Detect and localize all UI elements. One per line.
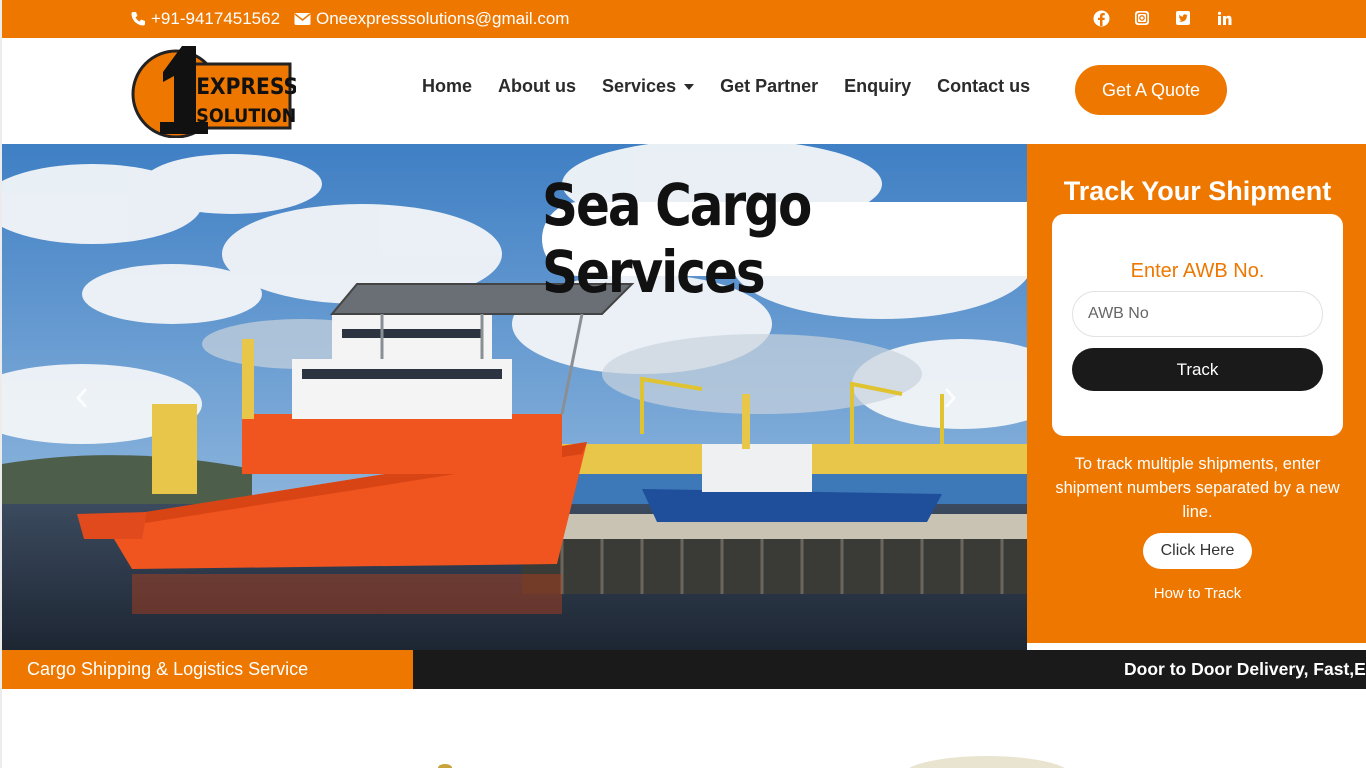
nav-services-label: Services bbox=[602, 76, 677, 96]
click-here-button[interactable]: Click Here bbox=[1143, 533, 1252, 569]
tracking-panel: Track Your Shipment Enter AWB No. Track … bbox=[1027, 144, 1366, 643]
envelope-icon bbox=[294, 13, 311, 25]
awb-input[interactable] bbox=[1072, 291, 1323, 337]
nav-home[interactable]: Home bbox=[422, 76, 472, 97]
caret-down-icon bbox=[684, 83, 695, 90]
hero-carousel: Sea Cargo Services bbox=[2, 144, 1027, 650]
chevron-left-icon bbox=[75, 388, 88, 408]
carousel-prev-button[interactable] bbox=[70, 386, 94, 410]
section-image-peek bbox=[902, 756, 1072, 768]
linkedin-icon[interactable] bbox=[1215, 9, 1233, 27]
email-address: Oneexpresssolutions@gmail.com bbox=[316, 9, 570, 28]
twitter-icon[interactable] bbox=[1174, 9, 1192, 27]
carousel-next-button[interactable] bbox=[938, 386, 962, 410]
hero-title-banner: Sea Cargo Services bbox=[542, 172, 1027, 306]
nav-contact-us[interactable]: Contact us bbox=[937, 76, 1030, 97]
brand-logo[interactable]: EXPRESS SOLUTIONS bbox=[130, 42, 309, 139]
how-to-track-link[interactable]: How to Track bbox=[1027, 585, 1366, 602]
instagram-icon[interactable] bbox=[1133, 9, 1151, 27]
awb-label: Enter AWB No. bbox=[1130, 260, 1265, 282]
main-nav: Home About us Services Get Partner Enqui… bbox=[422, 76, 1056, 97]
svg-text:SOLUTIONS: SOLUTIONS bbox=[196, 105, 296, 127]
news-ticker: Door to Door Delivery, Fast,E bbox=[413, 650, 1366, 689]
ticker-label-text: Cargo Shipping & Logistics Service bbox=[27, 659, 309, 679]
tracking-card: Enter AWB No. Track bbox=[1052, 214, 1343, 436]
phone-number: +91-9417451562 bbox=[151, 9, 281, 28]
svg-text:EXPRESS: EXPRESS bbox=[196, 73, 296, 99]
phone-icon bbox=[131, 12, 145, 26]
top-bar: +91-9417451562 Oneexpresssolutions@gmail… bbox=[2, 0, 1366, 38]
ticker-label: Cargo Shipping & Logistics Service bbox=[2, 650, 413, 689]
phone-contact[interactable]: +91-9417451562 bbox=[130, 0, 280, 38]
social-links bbox=[1092, 9, 1233, 27]
site-header: EXPRESS SOLUTIONS Home About us Services… bbox=[2, 38, 1366, 144]
multi-track-info: To track multiple shipments, enter shipm… bbox=[1055, 455, 1340, 521]
tracking-title: Track Your Shipment bbox=[1063, 176, 1332, 206]
nav-get-partner[interactable]: Get Partner bbox=[720, 76, 818, 97]
ticker-text: Door to Door Delivery, Fast,E bbox=[1124, 659, 1366, 679]
hero-title: Sea Cargo Services bbox=[542, 172, 812, 306]
nav-about-us[interactable]: About us bbox=[498, 76, 576, 97]
email-contact[interactable]: Oneexpresssolutions@gmail.com bbox=[294, 0, 569, 38]
get-a-quote-button[interactable]: Get A Quote bbox=[1075, 65, 1227, 115]
nav-services[interactable]: Services bbox=[602, 76, 695, 97]
section-decoration bbox=[438, 764, 452, 768]
track-button[interactable]: Track bbox=[1072, 348, 1323, 391]
nav-enquiry[interactable]: Enquiry bbox=[844, 76, 911, 97]
chevron-right-icon bbox=[944, 388, 957, 408]
facebook-icon[interactable] bbox=[1092, 9, 1110, 27]
